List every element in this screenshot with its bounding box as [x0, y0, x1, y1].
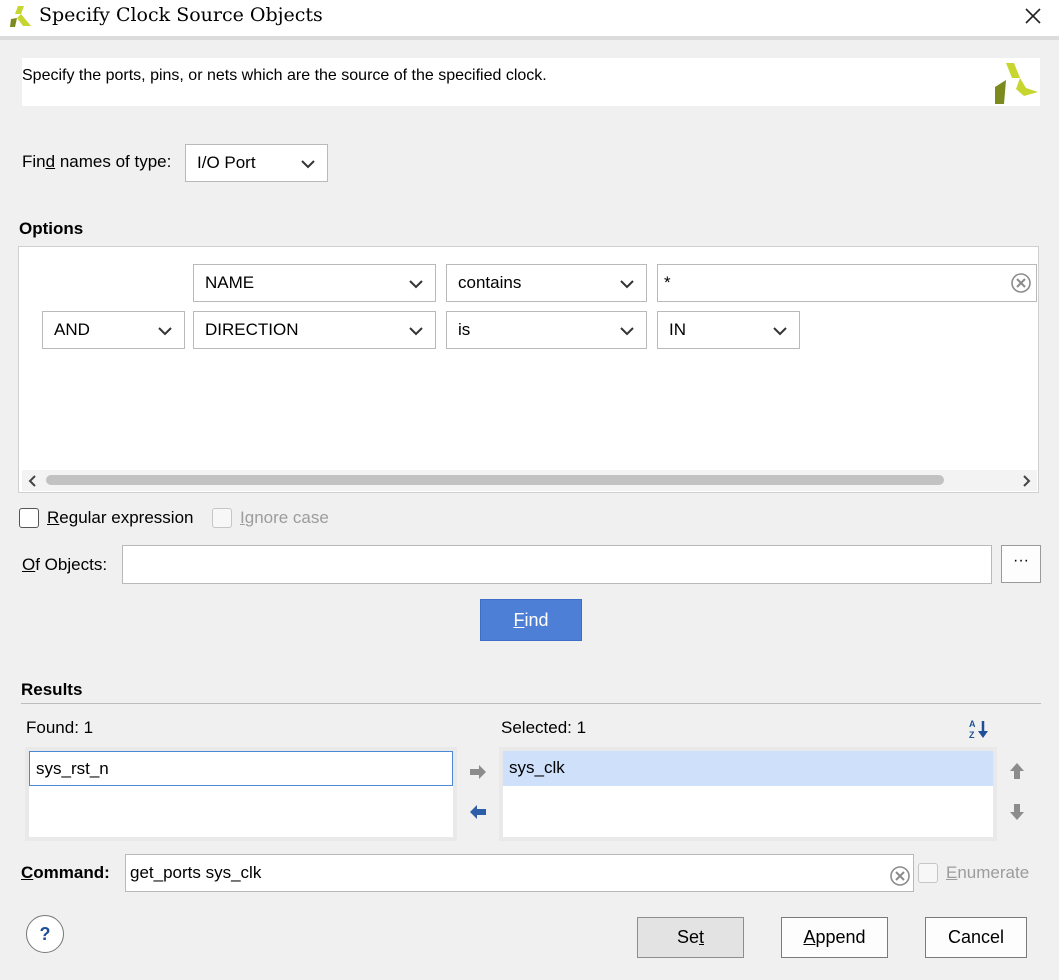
- row1-property-select[interactable]: NAME: [193, 264, 436, 302]
- browse-objects-button[interactable]: ···: [1001, 545, 1041, 583]
- selected-count-label: Selected: 1: [501, 718, 587, 737]
- chevron-down-icon: [771, 322, 789, 340]
- title-separator: [0, 36, 1059, 40]
- row2-logic-value: AND: [54, 320, 90, 339]
- found-count-label: Found: 1: [26, 718, 94, 737]
- move-down-arrow-icon[interactable]: [1008, 802, 1026, 822]
- app-logo-icon: [9, 5, 33, 29]
- chevron-down-icon: [618, 322, 636, 340]
- options-panel: NAME contains * AND DIRECTION is IN: [18, 246, 1039, 493]
- find-type-value: I/O Port: [197, 153, 256, 172]
- sort-az-icon[interactable]: A Z: [968, 718, 990, 740]
- row1-operator-value: contains: [458, 273, 522, 292]
- ignore-case-label: Ignore case: [240, 508, 329, 527]
- results-divider: [21, 703, 1041, 704]
- append-button[interactable]: Append: [781, 917, 888, 958]
- of-objects-input[interactable]: [122, 545, 992, 584]
- row2-operator-value: is: [458, 320, 471, 339]
- command-field[interactable]: get_ports sys_clk: [125, 854, 914, 892]
- move-up-arrow-icon[interactable]: [1008, 761, 1026, 781]
- svg-text:A: A: [969, 719, 976, 729]
- remove-left-arrow-icon[interactable]: [468, 803, 488, 821]
- row2-value-text: IN: [669, 320, 686, 339]
- row1-property-value: NAME: [205, 273, 255, 292]
- svg-text:Z: Z: [969, 730, 975, 740]
- scroll-right-icon[interactable]: [1019, 473, 1033, 487]
- row1-value-input[interactable]: *: [657, 264, 1037, 302]
- clear-icon[interactable]: [890, 863, 910, 886]
- add-right-arrow-icon[interactable]: [468, 763, 488, 781]
- close-icon[interactable]: [1019, 2, 1047, 30]
- ignore-case-checkbox: [212, 508, 232, 528]
- clear-icon[interactable]: [1011, 273, 1031, 293]
- find-type-label: Find names of type:: [22, 152, 172, 171]
- row1-operator-select[interactable]: contains: [446, 264, 647, 302]
- selected-list[interactable]: sys_clk: [499, 747, 997, 841]
- title-bar: Specify Clock Source Objects: [0, 0, 1059, 36]
- help-button[interactable]: ?: [26, 915, 64, 953]
- cancel-button[interactable]: Cancel: [925, 917, 1027, 958]
- scrollbar-thumb[interactable]: [46, 475, 944, 485]
- regex-checkbox[interactable]: [19, 508, 39, 528]
- row2-property-select[interactable]: DIRECTION: [193, 311, 436, 349]
- row2-logic-select[interactable]: AND: [42, 311, 185, 349]
- list-item[interactable]: sys_clk: [503, 751, 993, 786]
- row2-property-value: DIRECTION: [205, 320, 299, 339]
- chevron-down-icon: [407, 322, 425, 340]
- chevron-down-icon: [618, 275, 636, 293]
- command-label: Command:: [21, 863, 110, 882]
- set-button[interactable]: Se t: [637, 917, 744, 958]
- chevron-down-icon: [156, 322, 174, 340]
- options-horizontal-scrollbar[interactable]: [22, 470, 1037, 491]
- row2-value-select[interactable]: IN: [657, 311, 800, 349]
- of-objects-label: Of Objects:: [22, 555, 108, 574]
- options-title: Options: [19, 219, 84, 238]
- banner-description: Specify the ports, pins, or nets which a…: [22, 67, 547, 84]
- found-list[interactable]: sys_rst_n: [25, 747, 457, 841]
- results-title: Results: [21, 680, 83, 699]
- description-banner: Specify the ports, pins, or nets which a…: [22, 58, 1040, 106]
- chevron-down-icon: [299, 155, 317, 173]
- scroll-left-icon[interactable]: [26, 473, 40, 487]
- row1-value-text: *: [664, 273, 671, 292]
- ellipsis-icon: ···: [1013, 552, 1029, 569]
- enumerate-label: Enumerate: [946, 863, 1030, 882]
- help-icon: ?: [39, 923, 51, 944]
- find-type-select[interactable]: I/O Port: [185, 144, 328, 182]
- enumerate-checkbox: [918, 863, 938, 883]
- command-value: get_ports sys_clk: [130, 863, 262, 882]
- vendor-logo-icon: [992, 62, 1040, 106]
- regex-label[interactable]: Regular expression: [47, 508, 193, 528]
- list-item[interactable]: sys_rst_n: [29, 751, 453, 786]
- find-button[interactable]: Find: [480, 599, 582, 641]
- chevron-down-icon: [407, 275, 425, 293]
- window-title: Specify Clock Source Objects: [39, 4, 323, 26]
- row2-operator-select[interactable]: is: [446, 311, 647, 349]
